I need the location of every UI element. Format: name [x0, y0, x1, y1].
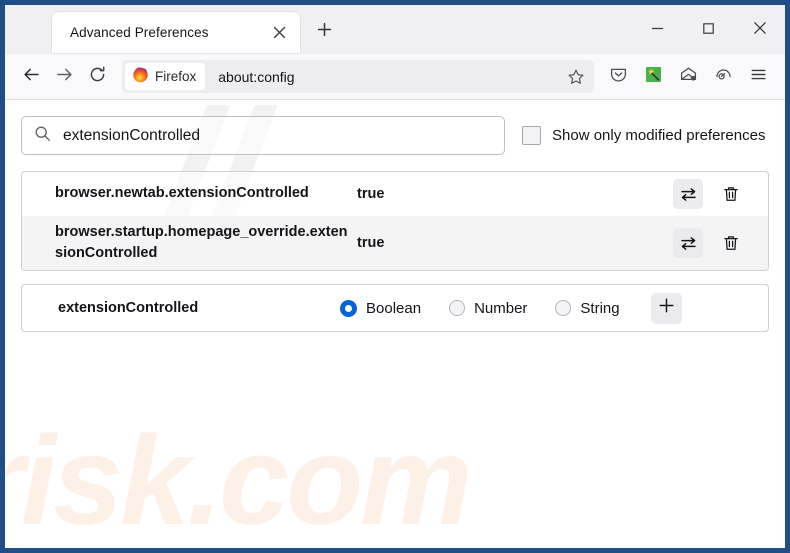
trash-icon[interactable]	[716, 228, 746, 258]
table-row[interactable]: browser.startup.homepage_override.extens…	[22, 216, 768, 271]
page-content: // risk.com extensionControlled Show	[5, 100, 785, 551]
reload-icon	[88, 65, 107, 89]
sync-icon	[714, 65, 733, 89]
minimize-button[interactable]	[632, 5, 683, 51]
pref-name: browser.newtab.extensionControlled	[55, 185, 309, 202]
add-preference-button[interactable]	[650, 292, 682, 324]
url-text[interactable]: about:config	[205, 69, 561, 85]
search-input[interactable]: extensionControlled	[21, 116, 505, 155]
add-preference-row: extensionControlled Boolean Number Strin…	[21, 284, 769, 333]
back-button[interactable]	[15, 60, 48, 93]
show-modified-checkbox-row[interactable]: Show only modified preferences	[522, 126, 765, 145]
reload-button[interactable]	[81, 60, 114, 93]
search-input-value[interactable]: extensionControlled	[63, 127, 200, 145]
watermark-text: risk.com	[5, 410, 472, 551]
radio-string[interactable]	[555, 300, 572, 317]
new-tab-button[interactable]	[308, 16, 340, 48]
radio-option-number[interactable]: Number	[449, 300, 527, 317]
identity-label: Firefox	[155, 69, 197, 84]
close-button[interactable]	[734, 5, 785, 51]
radio-label-boolean: Boolean	[366, 299, 422, 317]
pocket-icon	[609, 65, 628, 89]
radio-label-string: String	[580, 299, 620, 317]
new-pref-name: extensionControlled	[58, 300, 199, 317]
row-actions	[673, 228, 768, 259]
star-icon[interactable]	[561, 63, 591, 91]
extension-button[interactable]	[637, 60, 670, 93]
menu-icon	[749, 65, 768, 89]
pref-name: browser.startup.homepage_override.extens…	[55, 224, 348, 262]
search-icon	[34, 125, 51, 147]
sync-button[interactable]	[707, 60, 740, 93]
preferences-table: browser.newtab.extensionControlled true	[21, 171, 769, 272]
mail-icon	[679, 65, 698, 89]
extension-icon	[644, 65, 663, 89]
show-modified-checkbox[interactable]	[522, 126, 541, 145]
browser-tab[interactable]: Advanced Preferences	[52, 12, 300, 53]
back-arrow-icon	[22, 65, 41, 89]
firefox-logo-icon	[132, 66, 149, 88]
radio-option-boolean[interactable]: Boolean	[340, 299, 422, 317]
search-row: extensionControlled Show only modified p…	[21, 116, 769, 155]
tab-close-icon[interactable]	[266, 20, 292, 46]
tab-title: Advanced Preferences	[70, 25, 209, 40]
toggle-icon[interactable]	[673, 228, 703, 259]
browser-window: Advanced Preferences Firefox about:confi…	[0, 0, 790, 553]
window-controls	[632, 5, 785, 51]
radio-option-string[interactable]: String	[555, 299, 620, 317]
url-bar[interactable]: Firefox about:config	[122, 60, 594, 93]
forward-arrow-icon	[55, 65, 74, 89]
radio-number[interactable]	[449, 300, 466, 317]
pref-value: true	[357, 235, 385, 252]
forward-button[interactable]	[48, 60, 81, 93]
extension-icons	[602, 60, 775, 93]
pref-value: true	[357, 186, 385, 202]
show-modified-label: Show only modified preferences	[552, 127, 766, 144]
maximize-button[interactable]	[683, 5, 734, 51]
plus-icon	[317, 22, 332, 42]
trash-icon[interactable]	[716, 179, 746, 209]
identity-chip[interactable]: Firefox	[125, 63, 206, 90]
radio-label-number: Number	[474, 299, 528, 317]
mail-button[interactable]	[672, 60, 705, 93]
navigation-toolbar: Firefox about:config	[5, 54, 785, 100]
toggle-icon[interactable]	[673, 179, 703, 209]
table-row[interactable]: browser.newtab.extensionControlled true	[22, 172, 768, 216]
row-actions	[673, 179, 768, 209]
tab-bar: Advanced Preferences	[5, 5, 785, 54]
plus-icon	[658, 297, 675, 319]
radio-boolean[interactable]	[340, 299, 357, 317]
pocket-button[interactable]	[602, 60, 635, 93]
menu-button[interactable]	[742, 60, 775, 93]
